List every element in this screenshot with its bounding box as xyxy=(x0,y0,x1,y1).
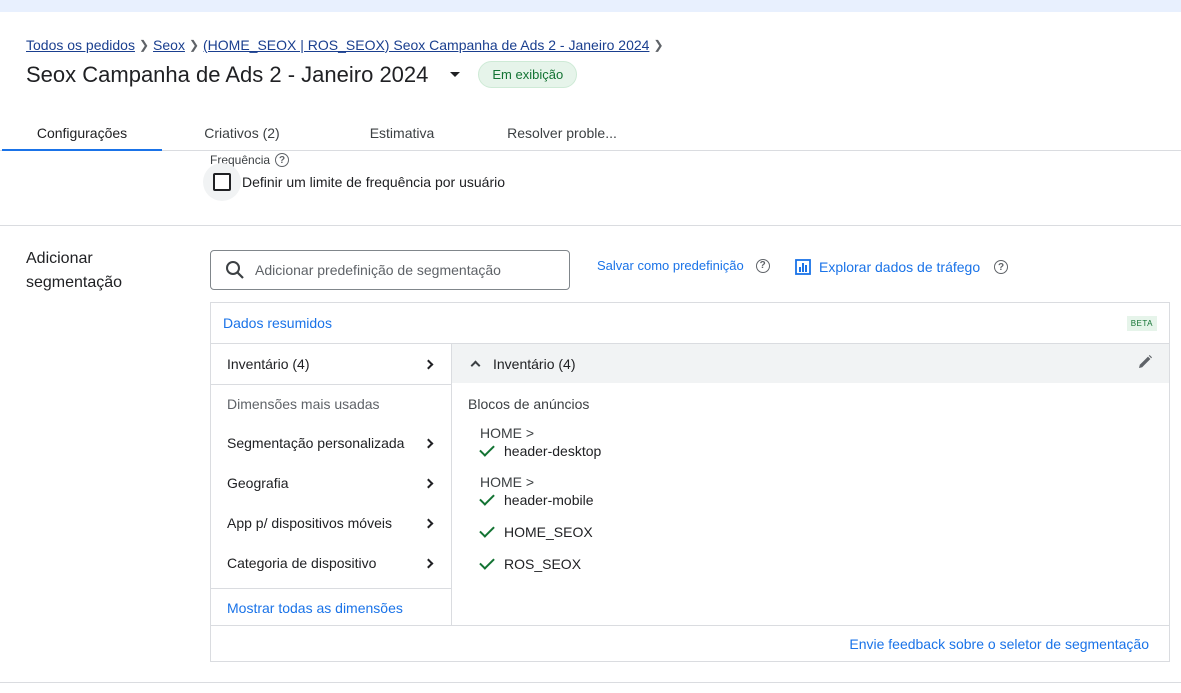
show-all-dimensions[interactable]: Mostrar todas as dimensões xyxy=(211,588,451,628)
tab-bar: Configurações Criativos (2) Estimativa R… xyxy=(0,116,1181,151)
menu-item-label: Segmentação personalizada xyxy=(227,435,405,451)
panel-footer: Envie feedback sobre o seletor de segmen… xyxy=(211,625,1169,662)
pencil-icon[interactable] xyxy=(1137,354,1153,370)
inventory-header-label: Inventário (4) xyxy=(493,355,576,372)
dropdown-arrow-icon[interactable] xyxy=(450,72,461,77)
frequency-cap-label: Definir um limite de frequência por usuá… xyxy=(242,174,506,190)
menu-item-label: App p/ dispositivos móveis xyxy=(227,515,392,531)
dimension-menu: Inventário (4) Dimensões mais usadas Seg… xyxy=(211,343,452,625)
ad-units-title: Blocos de anúncios xyxy=(468,396,590,412)
search-icon xyxy=(226,261,244,279)
title-row: Seox Campanha de Ads 2 - Janeiro 2024 Em… xyxy=(26,61,578,88)
chevron-right-icon xyxy=(423,359,434,369)
ad-unit-item: HOME_SEOX xyxy=(479,522,593,540)
beta-badge: BETA xyxy=(1126,315,1157,331)
inventory-details: Inventário (4) Blocos de anúncios HOME >… xyxy=(452,343,1169,625)
menu-item-label: Categoria de dispositivo xyxy=(227,555,377,571)
save-preset-link[interactable]: Salvar como predefinição xyxy=(597,258,744,273)
tab-settings[interactable]: Configurações xyxy=(2,116,162,151)
chevron-right-icon: ❯ xyxy=(653,38,664,52)
chevron-right-icon xyxy=(423,558,434,568)
section-divider xyxy=(0,682,1181,683)
page-title: Seox Campanha de Ads 2 - Janeiro 2024 xyxy=(26,61,429,87)
tab-troubleshoot[interactable]: Resolver proble... xyxy=(482,116,642,150)
check-icon xyxy=(479,441,495,457)
tab-creatives[interactable]: Criativos (2) xyxy=(162,116,322,150)
breadcrumb-advertiser[interactable]: Seox xyxy=(153,37,185,53)
summary-header: Dados resumidos BETA xyxy=(211,303,1169,343)
ad-unit-path: HOME > xyxy=(480,425,535,441)
save-preset: Salvar como predefinição ? xyxy=(597,258,770,273)
checkbox-box xyxy=(213,173,231,191)
help-icon[interactable]: ? xyxy=(755,258,770,273)
ad-unit-item: ROS_SEOX xyxy=(479,554,582,572)
bar-chart-icon xyxy=(795,259,811,275)
menu-item-inventory[interactable]: Inventário (4) xyxy=(211,344,451,384)
menu-item-geography[interactable]: Geografia xyxy=(211,463,451,503)
chevron-right-icon: ❯ xyxy=(138,38,150,52)
status-badge: Em exibição xyxy=(478,61,578,88)
check-icon xyxy=(479,522,495,538)
menu-item-mobile-app[interactable]: App p/ dispositivos móveis xyxy=(211,503,451,543)
explore-traffic: Explorar dados de tráfego ? xyxy=(795,259,1009,275)
ad-unit-name: header-mobile xyxy=(504,492,594,508)
chevron-right-icon: ❯ xyxy=(188,38,200,52)
chevron-right-icon xyxy=(423,438,434,448)
ad-unit-path: HOME > xyxy=(480,474,535,490)
targeting-section-label: Adicionar segmentação xyxy=(26,250,123,291)
check-icon xyxy=(479,490,495,506)
breadcrumb: Todos os pedidos ❯ Seox ❯ (HOME_SEOX | R… xyxy=(26,37,668,53)
inventory-collapse-header[interactable]: Inventário (4) xyxy=(452,343,1169,383)
frequency-cap-row: Definir um limite de frequência por usuá… xyxy=(203,163,505,201)
section-divider xyxy=(0,225,1181,226)
tab-estimate[interactable]: Estimativa xyxy=(322,116,482,150)
menu-item-label: Inventário (4) xyxy=(227,356,310,372)
top-banner xyxy=(0,0,1181,12)
summary-data-link[interactable]: Dados resumidos xyxy=(223,315,332,331)
ad-unit-item: HOME > header-mobile xyxy=(479,474,594,508)
targeting-panel: Dados resumidos BETA Inventário (4) Dime… xyxy=(210,302,1170,662)
most-used-heading: Dimensões mais usadas xyxy=(227,396,380,412)
ad-unit-item: HOME > header-desktop xyxy=(479,425,602,459)
chevron-right-icon xyxy=(423,518,434,528)
menu-item-device-category[interactable]: Categoria de dispositivo xyxy=(211,543,451,583)
breadcrumb-all-orders[interactable]: Todos os pedidos xyxy=(26,37,135,53)
explore-traffic-link[interactable]: Explorar dados de tráfego xyxy=(819,259,980,275)
ad-unit-name: HOME_SEOX xyxy=(504,524,593,540)
frequency-cap-checkbox[interactable] xyxy=(203,163,241,201)
check-icon xyxy=(479,554,495,570)
menu-item-label: Geografia xyxy=(227,475,289,491)
chevron-right-icon xyxy=(423,478,434,488)
show-all-dimensions-link[interactable]: Mostrar todas as dimensões xyxy=(227,600,403,616)
targeting-preset-search[interactable] xyxy=(210,250,570,290)
targeting-preset-input[interactable] xyxy=(255,262,555,278)
help-icon[interactable]: ? xyxy=(994,260,1009,274)
menu-divider xyxy=(211,384,451,385)
menu-item-custom-targeting[interactable]: Segmentação personalizada xyxy=(211,423,451,463)
ad-unit-name: ROS_SEOX xyxy=(504,556,582,572)
feedback-link[interactable]: Envie feedback sobre o seletor de segmen… xyxy=(849,636,1149,652)
breadcrumb-order[interactable]: (HOME_SEOX | ROS_SEOX) Seox Campanha de … xyxy=(203,37,649,53)
ad-unit-name: header-desktop xyxy=(504,443,602,459)
chevron-up-icon xyxy=(470,360,481,371)
